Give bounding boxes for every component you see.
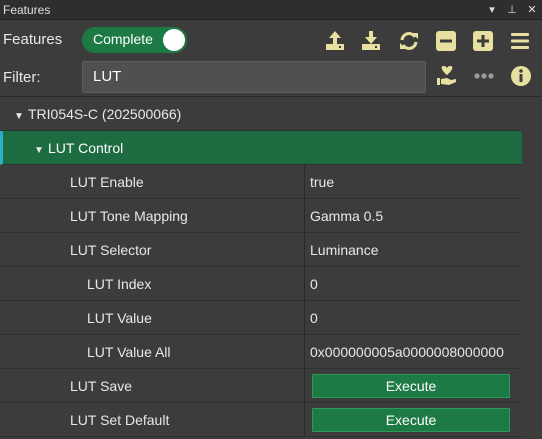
more-icon bbox=[474, 73, 494, 79]
feature-value[interactable]: Gamma 0.5 bbox=[310, 208, 522, 224]
close-icon[interactable]: ✕ bbox=[522, 0, 542, 20]
chevron-down-icon[interactable]: ▼ bbox=[34, 145, 44, 156]
visibility-toggle[interactable]: Complete bbox=[82, 27, 187, 53]
feature-name: LUT Selector bbox=[70, 242, 152, 258]
category-label: LUT Control bbox=[48, 140, 124, 156]
info-button[interactable] bbox=[509, 64, 533, 88]
feature-name: LUT Set Default bbox=[70, 412, 170, 428]
column-divider bbox=[304, 165, 305, 199]
expand-all-button[interactable] bbox=[471, 29, 495, 53]
filter-row: Filter: LUT bbox=[0, 60, 542, 94]
filter-label: Filter: bbox=[3, 69, 41, 86]
toggle-knob bbox=[163, 29, 185, 51]
feature-value[interactable]: true bbox=[310, 174, 522, 190]
features-toolbar: Features Complete bbox=[0, 20, 542, 60]
dropdown-icon[interactable]: ▾ bbox=[482, 0, 502, 20]
window-titlebar: Features ▾ ⊥ ✕ bbox=[0, 0, 542, 20]
download-button[interactable] bbox=[359, 29, 383, 53]
column-divider bbox=[304, 233, 305, 267]
menu-button[interactable] bbox=[508, 29, 532, 53]
favorite-icon bbox=[437, 66, 456, 85]
feature-row[interactable]: LUT Save Execute bbox=[0, 369, 522, 403]
column-divider bbox=[304, 267, 305, 301]
feature-value[interactable]: 0 bbox=[310, 310, 522, 326]
filter-input[interactable]: LUT bbox=[82, 61, 426, 93]
device-label: TRI054S-C (202500066) bbox=[28, 106, 182, 122]
column-divider bbox=[304, 301, 305, 335]
feature-value[interactable]: 0 bbox=[310, 276, 522, 292]
feature-value[interactable]: Luminance bbox=[310, 242, 522, 258]
favorite-button[interactable] bbox=[435, 64, 459, 88]
feature-name: LUT Enable bbox=[70, 174, 144, 190]
column-divider bbox=[304, 403, 305, 437]
upload-button[interactable] bbox=[323, 29, 347, 53]
window-title: Features bbox=[3, 2, 51, 17]
execute-button[interactable]: Execute bbox=[312, 408, 510, 432]
upload-icon bbox=[326, 31, 344, 50]
feature-name: LUT Value All bbox=[87, 344, 171, 360]
feature-name: LUT Save bbox=[70, 378, 132, 394]
refresh-button[interactable] bbox=[397, 29, 421, 53]
column-divider bbox=[304, 369, 305, 403]
visibility-toggle-label: Complete bbox=[93, 31, 153, 47]
pin-icon[interactable]: ⊥ bbox=[502, 0, 522, 20]
expand-all-icon bbox=[473, 31, 493, 51]
features-label: Features bbox=[3, 31, 63, 48]
category-node-lut-control[interactable]: ▼ LUT Control bbox=[0, 131, 522, 165]
feature-row[interactable]: LUT Selector Luminance bbox=[0, 233, 522, 267]
collapse-all-icon bbox=[436, 31, 456, 51]
feature-row[interactable]: LUT Value 0 bbox=[0, 301, 522, 335]
column-divider bbox=[304, 199, 305, 233]
feature-row[interactable]: LUT Enable true bbox=[0, 165, 522, 199]
download-icon bbox=[362, 31, 380, 50]
menu-icon bbox=[511, 33, 529, 49]
feature-row[interactable]: LUT Index 0 bbox=[0, 267, 522, 301]
refresh-icon bbox=[400, 32, 418, 50]
info-icon bbox=[511, 66, 531, 86]
execute-button[interactable]: Execute bbox=[312, 374, 510, 398]
scrollbar[interactable] bbox=[522, 97, 542, 439]
feature-row[interactable]: LUT Value All 0x000000005a0000008000000 bbox=[0, 335, 522, 369]
feature-name: LUT Value bbox=[87, 310, 152, 326]
chevron-down-icon[interactable]: ▼ bbox=[14, 111, 24, 122]
feature-value[interactable]: 0x000000005a0000008000000 bbox=[310, 344, 522, 360]
collapse-all-button[interactable] bbox=[434, 29, 458, 53]
device-node[interactable]: ▼ TRI054S-C (202500066) bbox=[0, 97, 522, 131]
feature-row[interactable]: LUT Set Default Execute bbox=[0, 403, 522, 437]
feature-row[interactable]: LUT Tone Mapping Gamma 0.5 bbox=[0, 199, 522, 233]
feature-tree: ▼ TRI054S-C (202500066) ▼ LUT Control LUT … bbox=[0, 96, 542, 439]
feature-name: LUT Tone Mapping bbox=[70, 208, 188, 224]
more-button[interactable] bbox=[472, 64, 496, 88]
feature-name: LUT Index bbox=[87, 276, 152, 292]
column-divider bbox=[304, 335, 305, 369]
